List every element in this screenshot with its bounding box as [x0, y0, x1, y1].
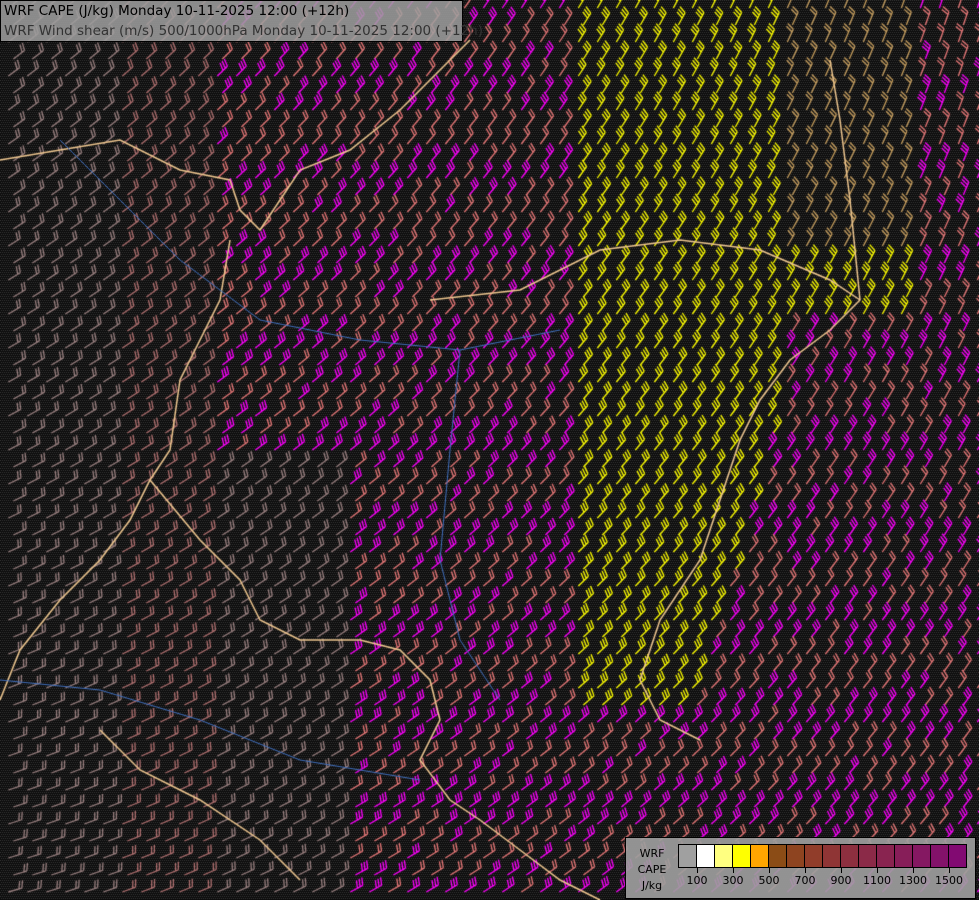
legend-tick-label: 500: [758, 874, 780, 887]
legend-tick-label: 700: [794, 874, 816, 887]
legend-tick: [877, 867, 878, 873]
legend-swatch: [877, 845, 895, 867]
map-view[interactable]: WRF CAPE (J/kg) Monday 10-11-2025 12:00 …: [0, 0, 979, 900]
legend-swatch: [715, 845, 733, 867]
legend-swatch: [949, 845, 966, 867]
legend-label: WRF CAPE J/kg: [632, 846, 672, 894]
legend-swatch: [679, 845, 697, 867]
legend-swatch: [841, 845, 859, 867]
legend-tick-label: 1100: [863, 874, 891, 887]
legend-swatch: [751, 845, 769, 867]
legend-swatch: [805, 845, 823, 867]
legend-tick-label: 900: [830, 874, 852, 887]
legend-tick-label: 1300: [899, 874, 927, 887]
legend-tick-label: 1500: [935, 874, 963, 887]
cape-legend: WRF CAPE J/kg 100 300 500 700 900 1100 1300 150…: [625, 837, 976, 899]
legend-label-var: CAPE: [637, 863, 667, 876]
legend-tick: [769, 867, 770, 873]
legend-swatch: [787, 845, 805, 867]
legend-swatch: [823, 845, 841, 867]
title-cape: WRF CAPE (J/kg) Monday 10-11-2025 12:00 …: [4, 3, 350, 19]
legend-swatch: [913, 845, 931, 867]
legend-tick: [841, 867, 842, 873]
legend-tick: [949, 867, 950, 873]
legend-tick: [697, 867, 698, 873]
legend-swatch: [733, 845, 751, 867]
legend-swatch: [931, 845, 949, 867]
legend-colorbar: [678, 844, 967, 868]
legend-swatch: [697, 845, 715, 867]
legend-swatch: [895, 845, 913, 867]
wind-shear-cape-map[interactable]: [0, 0, 979, 900]
legend-tick-label: 100: [686, 874, 708, 887]
title-wind-shear: WRF Wind shear (m/s) 500/1000hPa Monday …: [4, 23, 484, 39]
legend-swatch: [769, 845, 787, 867]
legend-label-model: WRF: [639, 847, 665, 860]
legend-tick: [805, 867, 806, 873]
legend-tick: [913, 867, 914, 873]
legend-tick: [733, 867, 734, 873]
legend-label-unit: J/kg: [641, 879, 663, 892]
legend-tick-label: 300: [722, 874, 744, 887]
map-title-box: WRF CAPE (J/kg) Monday 10-11-2025 12:00 …: [0, 0, 484, 42]
legend-swatch: [859, 845, 877, 867]
